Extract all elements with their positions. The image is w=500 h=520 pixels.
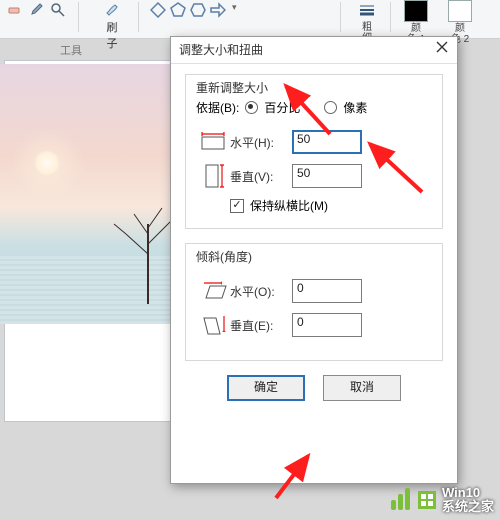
eraser-tool[interactable] [6, 0, 22, 38]
color-2-selector[interactable]: 颜 色 2 [444, 0, 476, 38]
line-weight-icon [359, 2, 375, 18]
pentagon-icon [170, 2, 186, 18]
skew-group: 倾斜(角度) 水平(O): 0 垂直(E): 0 [185, 243, 443, 361]
diamond-icon [150, 2, 166, 18]
radio-percent[interactable] [245, 101, 258, 114]
eyedropper-icon [28, 2, 44, 18]
lock-aspect-checkbox[interactable]: ✓ [230, 199, 244, 213]
watermark-bars-icon [391, 488, 412, 513]
shapes-more-icon: ▾ [232, 2, 237, 38]
brushes-dropdown[interactable]: 刷 子 [94, 0, 130, 38]
watermark: Win10系统之家 [391, 486, 494, 514]
skew-v-label: 垂直(E): [230, 317, 292, 334]
resize-v-input[interactable]: 50 [292, 164, 362, 188]
resize-h-label: 水平(H): [230, 134, 292, 151]
cancel-button[interactable]: 取消 [323, 375, 401, 401]
ok-button[interactable]: 确定 [227, 375, 305, 401]
canvas-image[interactable] [0, 64, 180, 324]
hexagon-icon [190, 2, 206, 18]
watermark-text: Win10系统之家 [442, 486, 494, 514]
resize-skew-dialog: 调整大小和扭曲 重新调整大小 依据(B): 百分比 像素 水平(H): 50 [170, 36, 458, 484]
color-picker-tool[interactable] [28, 0, 44, 38]
photo-sun [34, 150, 60, 176]
brush-label: 刷 子 [94, 19, 130, 51]
resize-v-label: 垂直(V): [230, 168, 292, 185]
skew-v-input[interactable]: 0 [292, 313, 362, 337]
shapes-gallery[interactable]: ▾ [150, 0, 237, 38]
separator [138, 2, 139, 32]
separator [78, 2, 79, 32]
line-weight-dropdown[interactable]: 粗 细 [352, 0, 382, 38]
radio-pixels-label[interactable]: 像素 [343, 99, 367, 116]
dialog-title: 调整大小和扭曲 [179, 43, 263, 57]
color-1-selector[interactable]: 颜 色 1 [400, 0, 432, 38]
resize-vertical-icon [196, 163, 230, 189]
close-button[interactable] [433, 41, 451, 59]
resize-basis-row: 依据(B): 百分比 像素 [196, 99, 367, 116]
resize-horizontal-icon [196, 129, 230, 155]
skew-h-input[interactable]: 0 [292, 279, 362, 303]
photo-tree [106, 184, 180, 304]
skew-h-label: 水平(O): [230, 283, 292, 300]
color-1-swatch [404, 0, 428, 22]
radio-percent-label[interactable]: 百分比 [264, 99, 300, 116]
watermark-windows-icon [418, 491, 436, 509]
tools-group-label: 工具 [60, 42, 82, 58]
separator [340, 2, 341, 32]
ribbon-toolbar: 刷 子 ▾ 粗 细 颜 色 1 颜 色 2 [0, 0, 500, 39]
skew-horizontal-icon [196, 278, 230, 304]
arrow-right-shape-icon [210, 2, 226, 18]
dialog-titlebar[interactable]: 调整大小和扭曲 [171, 37, 457, 64]
skew-legend: 倾斜(角度) [194, 248, 254, 265]
basis-label: 依据(B): [196, 99, 239, 116]
close-icon [436, 41, 448, 53]
resize-h-input[interactable]: 50 [292, 130, 362, 154]
magnifier-tool[interactable] [50, 0, 66, 38]
magnifier-icon [50, 2, 66, 18]
resize-group: 重新调整大小 依据(B): 百分比 像素 水平(H): 50 垂 [185, 74, 443, 229]
eraser-icon [6, 2, 22, 18]
skew-vertical-icon [196, 312, 230, 338]
brush-icon [104, 2, 120, 18]
lock-aspect-label[interactable]: 保持纵横比(M) [250, 197, 328, 214]
color-2-swatch [448, 0, 472, 22]
radio-pixels[interactable] [324, 101, 337, 114]
resize-legend: 重新调整大小 [194, 79, 270, 96]
separator [390, 2, 391, 32]
